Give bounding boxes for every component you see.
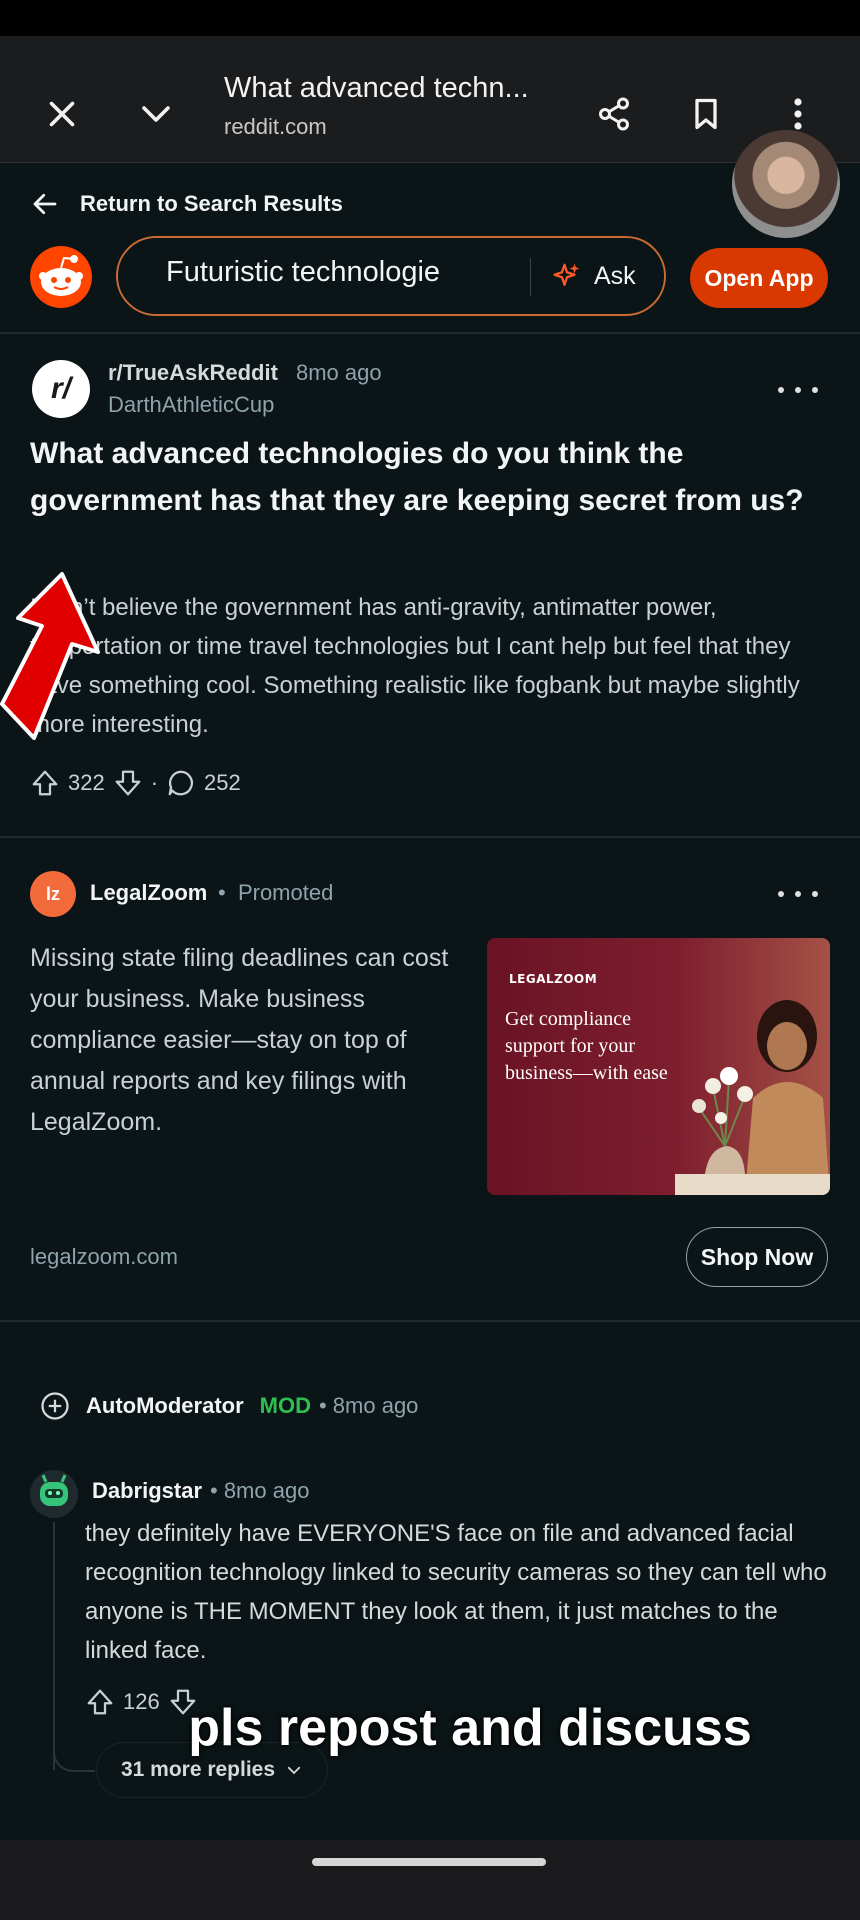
red-arrow-annotation (0, 572, 100, 740)
post-title: What advanced technologies do you think … (30, 437, 804, 517)
subreddit-icon[interactable]: r/ (32, 360, 90, 418)
divider (0, 1320, 860, 1322)
search-divider (530, 258, 531, 296)
ad-image[interactable]: LEGALZOOM Get compliance support for you… (487, 938, 830, 1195)
reddit-snoo-icon[interactable] (30, 246, 92, 308)
comment-count: 252 (204, 770, 241, 795)
advertiser-name[interactable]: LegalZoom (90, 880, 207, 906)
more-replies-label: 31 more replies (120, 1758, 276, 1781)
automod-collapsed-comment[interactable]: AutoModerator MOD • 8mo ago (40, 1390, 418, 1422)
comment-author[interactable]: Dabrigstar (92, 1478, 202, 1504)
return-label: Return to Search Results (80, 191, 343, 216)
bookmark-icon[interactable] (678, 86, 734, 142)
share-icon[interactable] (586, 86, 642, 142)
tab-title: What advanced techn... (224, 72, 529, 104)
shop-now-button[interactable]: Shop Now (686, 1227, 828, 1287)
chevron-down-icon (287, 1766, 301, 1775)
back-arrow-icon (33, 193, 57, 215)
ad-image-photo (675, 1000, 830, 1195)
subreddit-name[interactable]: r/TrueAskReddit (108, 360, 278, 386)
promoted-dot: • (218, 880, 226, 905)
search-value[interactable]: Futuristic technologie (166, 256, 460, 289)
chevron-down-icon[interactable] (128, 86, 184, 142)
ad-image-caption: Get compliance support for your business… (505, 1008, 668, 1084)
webcam-overlay (732, 130, 840, 238)
post-time: 8mo ago (296, 360, 382, 385)
open-app-button[interactable]: Open App (690, 248, 828, 308)
divider (0, 332, 860, 334)
automod-time: • 8mo ago (318, 1393, 419, 1418)
post-author[interactable]: DarthAthleticCup (108, 392, 274, 418)
upvote-count: 322 (68, 770, 105, 795)
post-body: I don’t believe the government has anti-… (30, 594, 800, 738)
upvote-icon[interactable] (30, 768, 60, 798)
comment-body: they definitely have EVERYONE'S face on … (85, 1520, 827, 1664)
promoted-label: • Promoted (218, 880, 333, 906)
comment-icon[interactable] (166, 768, 196, 798)
mod-badge: MOD (259, 1393, 311, 1418)
downvote-icon[interactable] (113, 768, 143, 798)
expand-plus-icon[interactable] (40, 1391, 70, 1421)
ad-image-brand: LEGALZOOM (509, 972, 598, 986)
avatar[interactable] (30, 1470, 78, 1518)
divider (0, 836, 860, 838)
return-to-search-link[interactable]: Return to Search Results (30, 184, 343, 224)
video-caption-overlay: pls repost and discuss (188, 1699, 752, 1757)
post-actions: 322 · 252 (30, 763, 241, 803)
ad-domain[interactable]: legalzoom.com (30, 1244, 178, 1270)
gesture-handle[interactable] (312, 1858, 546, 1866)
system-nav-bar (0, 1840, 860, 1920)
post-more-options-icon[interactable] (778, 380, 818, 400)
status-bar (0, 0, 860, 36)
legalzoom-logo[interactable]: lz (30, 871, 76, 917)
separator-dot: · (150, 770, 159, 795)
ad-text: Missing state filing deadlines can cost … (30, 944, 449, 1136)
promoted-text: Promoted (237, 880, 334, 905)
comment-time: • 8mo ago (210, 1478, 310, 1503)
ask-button[interactable]: Ask (552, 256, 636, 296)
ad-more-options-icon[interactable] (778, 884, 818, 904)
sparkle-icon (553, 263, 580, 286)
close-icon[interactable] (34, 86, 90, 142)
automod-name[interactable]: AutoModerator (86, 1393, 244, 1419)
tab-url: reddit.com (224, 114, 327, 139)
ask-label: Ask (594, 261, 636, 290)
